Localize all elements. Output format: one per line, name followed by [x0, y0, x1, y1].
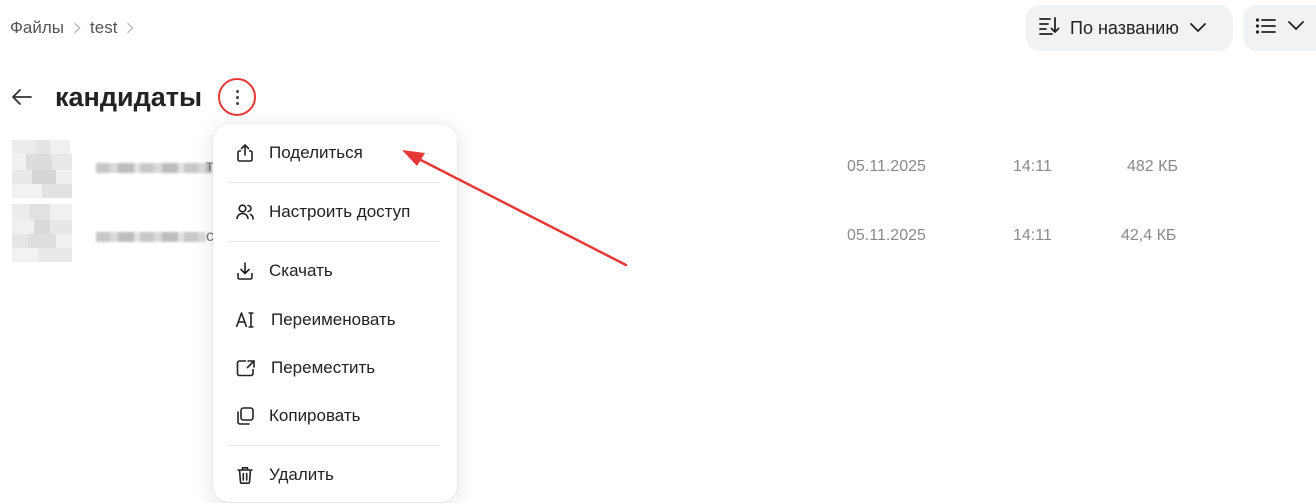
menu-item-download[interactable]: Скачать — [213, 251, 457, 291]
menu-item-label: Копировать — [269, 406, 361, 425]
list-view-icon — [1255, 17, 1277, 40]
menu-item-rename[interactable]: Переименовать — [213, 300, 457, 340]
file-name-redacted — [96, 232, 206, 242]
menu-item-move[interactable]: Переместить — [213, 348, 457, 388]
more-vertical-icon — [235, 89, 239, 105]
file-browser: Файлы test По названию кандидаты т 05.11… — [0, 0, 1316, 503]
menu-divider — [228, 445, 440, 446]
share-icon — [237, 144, 253, 162]
context-menu: Поделиться Настроить доступ Скачать Пере… — [213, 124, 457, 502]
menu-divider — [228, 182, 440, 183]
chevron-down-icon — [1287, 19, 1305, 37]
rename-icon — [235, 312, 254, 328]
file-thumbnail — [12, 204, 76, 262]
menu-item-label: Переместить — [271, 358, 376, 377]
menu-item-label: Настроить доступ — [269, 202, 411, 221]
menu-item-delete[interactable]: Удалить — [213, 455, 457, 495]
more-actions-button[interactable] — [218, 78, 256, 116]
menu-item-label: Поделиться — [269, 143, 363, 162]
view-mode-button[interactable] — [1243, 5, 1316, 51]
breadcrumb: Файлы test — [10, 17, 143, 39]
sort-label: По названию — [1070, 17, 1179, 38]
menu-item-copy[interactable]: Копировать — [213, 396, 457, 436]
copy-icon — [237, 407, 254, 425]
file-time: 14:11 — [1013, 227, 1052, 244]
chevron-right-icon — [64, 17, 90, 39]
users-icon — [236, 204, 254, 220]
file-thumbnail — [12, 140, 76, 198]
file-date: 05.11.2025 — [847, 227, 926, 244]
file-size: 482 КБ — [1127, 158, 1178, 175]
download-icon — [237, 262, 253, 280]
menu-item-label: Переименовать — [271, 310, 396, 329]
trash-icon — [237, 467, 253, 485]
move-icon — [236, 360, 255, 377]
file-name-redacted — [96, 163, 212, 173]
file-date: 05.11.2025 — [847, 158, 926, 175]
menu-item-access[interactable]: Настроить доступ — [213, 192, 457, 232]
menu-item-share[interactable]: Поделиться — [213, 133, 457, 173]
sort-icon — [1038, 16, 1060, 41]
back-arrow-icon[interactable] — [9, 84, 35, 110]
breadcrumb-item-test[interactable]: test — [90, 18, 117, 38]
file-size: 42,4 КБ — [1121, 227, 1177, 244]
chevron-right-icon — [117, 17, 143, 39]
menu-item-label: Удалить — [269, 465, 334, 484]
page-title: кандидаты — [55, 82, 203, 112]
chevron-down-icon — [1189, 18, 1207, 39]
file-time: 14:11 — [1013, 158, 1052, 175]
table-row[interactable]: т 05.11.2025 14:11 482 КБ — [0, 138, 1316, 202]
breadcrumb-item-files[interactable]: Файлы — [10, 18, 64, 38]
table-row[interactable]: с 05.11.2025 14:11 42,4 КБ — [0, 202, 1316, 266]
sort-button[interactable]: По названию — [1026, 5, 1233, 51]
menu-item-label: Скачать — [269, 261, 333, 280]
menu-divider — [228, 241, 440, 242]
